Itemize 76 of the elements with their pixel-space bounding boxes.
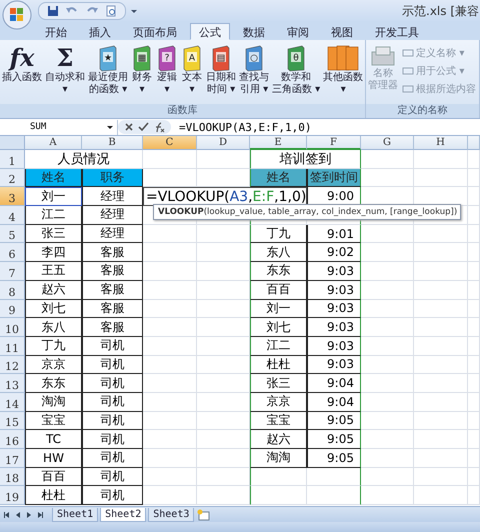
table-cell: 百百 (25, 468, 82, 486)
book-icon: ○ (243, 44, 265, 72)
table-header-cell: 姓名 (25, 168, 82, 188)
function-tooltip: VLOOKUP(lookup_value, table_array, col_index_num, [range_lookup]) (153, 204, 461, 220)
table-cell: 客服 (82, 262, 143, 281)
table-cell: 京京 (25, 356, 82, 374)
table-cell: 江二 (250, 336, 307, 356)
table-cell: 9:03 (307, 262, 361, 281)
table-cell: 客服 (82, 300, 143, 318)
table-cell: 杜杜 (25, 486, 82, 506)
table-cell: 东八 (25, 318, 82, 337)
table-cell: 刘七 (25, 300, 82, 318)
table-cell: 东八 (250, 243, 307, 262)
table-cell: 客服 (82, 280, 143, 300)
table-cell: 丁九 (25, 336, 82, 356)
table-cell: 宝宝 (25, 412, 82, 430)
book-icon: ★ (97, 44, 119, 72)
book-icon: ▦ (131, 44, 153, 72)
book-icon: ? (156, 44, 178, 72)
function-icon: fx (10, 44, 34, 72)
table-cell: 客服 (82, 318, 143, 337)
table-cell: 司机 (82, 356, 143, 374)
table-cell: HW (25, 449, 82, 468)
table-header-cell: 姓名 (250, 168, 307, 188)
book-icon: ▤ (210, 44, 232, 72)
table-cell: 9:02 (307, 243, 361, 262)
table-cell: 经理 (82, 206, 143, 225)
table-cell: 9:05 (307, 449, 361, 468)
table-cell: 9:04 (307, 374, 361, 393)
window-title: 示范.xls [兼容 (402, 2, 479, 20)
table-cell: 9:03 (307, 336, 361, 356)
table-cell: 淘淘 (25, 392, 82, 412)
table-cell: 司机 (82, 468, 143, 486)
table-cell: 司机 (82, 336, 143, 356)
table-cell: 李四 (25, 243, 82, 262)
table-cell: 江二 (25, 206, 82, 225)
table-cell: 9:01 (307, 224, 361, 244)
table-cell: 东东 (250, 262, 307, 281)
table-cell: 淘淘 (250, 449, 307, 468)
table-cell: 张三 (250, 374, 307, 393)
table-cell: 杜杜 (250, 356, 307, 374)
table-cell: 京京 (250, 392, 307, 412)
table-cell: 经理 (82, 224, 143, 244)
table-cell: 司机 (82, 449, 143, 468)
group-title: 函数库 (0, 104, 366, 118)
book-icon: θ (285, 44, 308, 72)
table-cell: 司机 (82, 430, 143, 449)
table-cell: 张三 (25, 224, 82, 244)
table-cell: 赵六 (25, 280, 82, 300)
table-cell: 9:03 (307, 318, 361, 337)
table-cell: 客服 (82, 243, 143, 262)
table-cell: 9:05 (307, 430, 361, 449)
table-cell: 司机 (82, 392, 143, 412)
table-cell: 刘七 (250, 318, 307, 337)
table-cell: 宝宝 (250, 412, 307, 430)
table-cell: 9:03 (307, 356, 361, 374)
table-cell: 9:04 (307, 392, 361, 412)
table-cell: 司机 (82, 486, 143, 506)
table-cell: 刘一 (250, 300, 307, 318)
book-icon: A (181, 44, 203, 72)
table-cell: 9:03 (307, 300, 361, 318)
group-title: 定义的名称 (366, 104, 479, 118)
table-cell: TC (25, 430, 82, 449)
table-cell: 百百 (250, 280, 307, 300)
table-cell: 9:03 (307, 280, 361, 300)
table-cell: 9:05 (307, 412, 361, 430)
table-cell: 司机 (82, 412, 143, 430)
function-icon: Σ (56, 44, 74, 72)
table-cell: 丁九 (250, 224, 307, 244)
table-header-cell: 签到时间 (307, 168, 361, 188)
table-cell: 王五 (25, 262, 82, 281)
table-header-cell: 职务 (82, 168, 143, 188)
table-cell: 司机 (82, 374, 143, 393)
table-cell: 赵六 (250, 430, 307, 449)
table-cell: 刘一 (25, 187, 82, 206)
table-cell: 东东 (25, 374, 82, 393)
